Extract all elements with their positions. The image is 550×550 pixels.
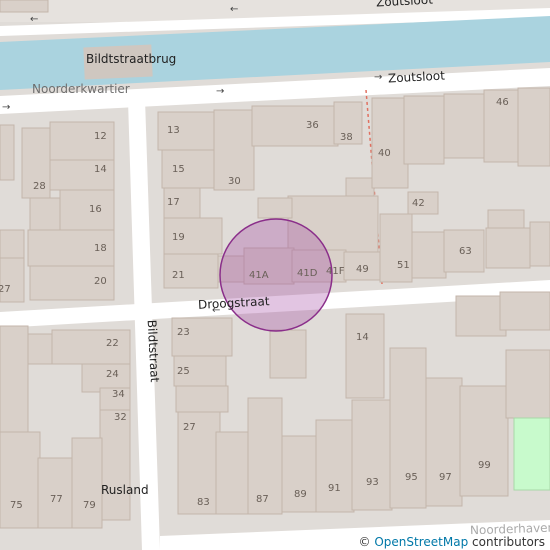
osm-link[interactable]: OpenStreetMap bbox=[374, 535, 468, 549]
house-number: 14 bbox=[356, 332, 369, 343]
attribution-suffix: contributors bbox=[468, 535, 545, 549]
house-number: 21 bbox=[172, 270, 185, 281]
house-number: 22 bbox=[106, 338, 119, 349]
map-attribution: © OpenStreetMap contributors bbox=[353, 534, 550, 550]
house-number: 30 bbox=[228, 176, 241, 187]
house-number: 12 bbox=[94, 131, 107, 142]
house-number: 83 bbox=[197, 497, 210, 508]
house-number: 28 bbox=[33, 181, 46, 192]
building bbox=[0, 0, 49, 13]
house-number: 42 bbox=[412, 198, 425, 209]
house-number: 36 bbox=[306, 120, 319, 131]
house-number: 14 bbox=[94, 164, 107, 175]
house-number: 17 bbox=[167, 197, 180, 208]
house-number: 27 bbox=[183, 422, 196, 433]
house-number: 75 bbox=[10, 500, 23, 511]
house-number: 79 bbox=[83, 500, 96, 511]
house-number: 13 bbox=[167, 125, 180, 136]
house-number: 25 bbox=[177, 366, 190, 377]
house-number: 19 bbox=[172, 232, 185, 243]
house-number: 40 bbox=[378, 148, 391, 159]
house-number: 23 bbox=[177, 327, 190, 338]
place-label-rusland: Rusland bbox=[101, 483, 149, 497]
house-number: 46 bbox=[496, 97, 509, 108]
buildings-middle-south bbox=[171, 313, 393, 515]
house-number: 18 bbox=[94, 243, 107, 254]
house-number: 16 bbox=[89, 204, 102, 215]
house-number: 41D bbox=[297, 268, 318, 279]
house-number: 51 bbox=[397, 260, 410, 271]
house-number: 93 bbox=[366, 477, 379, 488]
oneway-arrow-icon: → bbox=[216, 86, 225, 97]
house-number: 27 bbox=[0, 284, 11, 295]
house-number: 63 bbox=[459, 246, 472, 257]
house-number: 32 bbox=[114, 412, 127, 423]
house-number: 41F bbox=[326, 266, 345, 277]
oneway-arrow-icon: ← bbox=[212, 305, 221, 316]
house-number: 99 bbox=[478, 460, 491, 471]
house-number: 41A bbox=[249, 270, 269, 281]
oneway-arrow-icon: → bbox=[2, 102, 11, 113]
copyright-symbol: © bbox=[358, 535, 371, 549]
oneway-arrow-icon: ← bbox=[230, 4, 239, 15]
district-label: Noorderkwartier bbox=[32, 82, 130, 96]
oneway-arrow-icon: ← bbox=[30, 14, 39, 25]
house-number: 95 bbox=[405, 472, 418, 483]
bridge-label: Bildtstraatbrug bbox=[86, 52, 177, 66]
house-number: 38 bbox=[340, 132, 353, 143]
house-number: 15 bbox=[172, 164, 185, 175]
street-label-zoutsloot: Zoutsloot bbox=[387, 68, 446, 86]
house-number: 77 bbox=[50, 494, 63, 505]
house-number: 34 bbox=[112, 389, 125, 400]
house-number: 89 bbox=[294, 489, 307, 500]
house-number: 20 bbox=[94, 276, 107, 287]
house-number: 91 bbox=[328, 483, 341, 494]
house-number: 97 bbox=[439, 472, 452, 483]
house-number: 24 bbox=[106, 369, 119, 380]
house-number: 87 bbox=[256, 494, 269, 505]
oneway-arrow-icon: → bbox=[374, 72, 383, 83]
house-number: 49 bbox=[356, 264, 369, 275]
park-area bbox=[513, 417, 550, 491]
